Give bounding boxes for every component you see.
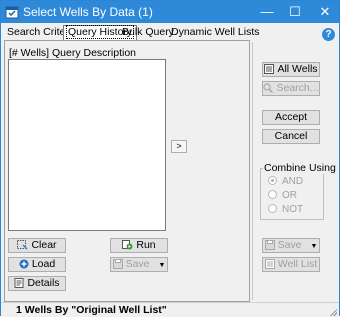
radio-or-label: OR xyxy=(282,190,297,201)
save-query-label: Save xyxy=(125,258,150,270)
load-button[interactable]: Load xyxy=(8,257,66,272)
select-wells-window: Select Wells By Data (1) — ☐ ✕ Search Cr… xyxy=(0,0,340,317)
dropdown-arrow-icon: ▼ xyxy=(158,262,166,269)
details-label: Details xyxy=(27,277,60,289)
radio-or-indicator xyxy=(268,190,277,199)
save-query-dropdown-button[interactable]: Save ▼ xyxy=(110,257,168,272)
clear-icon xyxy=(17,240,28,250)
save-well-list-label: Save xyxy=(277,239,302,251)
radio-or[interactable]: OR xyxy=(268,190,297,202)
window-title: Select Wells By Data (1) xyxy=(23,5,153,19)
vertical-separator xyxy=(252,42,253,300)
run-label: Run xyxy=(136,239,156,251)
accept-button[interactable]: Accept xyxy=(262,110,320,125)
details-icon xyxy=(14,278,24,289)
combine-using-group: Combine Using AND OR NOT xyxy=(260,162,337,220)
radio-and[interactable]: AND xyxy=(268,176,303,188)
radio-not-indicator xyxy=(268,204,277,213)
close-button[interactable]: ✕ xyxy=(311,1,339,23)
search-icon xyxy=(263,83,274,94)
search-label: Search... xyxy=(276,82,319,94)
well-list-icon xyxy=(264,259,275,270)
details-button[interactable]: Details xyxy=(8,276,66,291)
app-icon xyxy=(5,6,19,19)
cancel-button[interactable]: Cancel xyxy=(262,129,320,144)
run-icon xyxy=(122,240,133,250)
well-list-label: Well List xyxy=(277,258,318,270)
radio-not-label: NOT xyxy=(282,204,304,215)
combine-using-label: Combine Using xyxy=(263,162,337,174)
radio-not[interactable]: NOT xyxy=(268,204,303,216)
save-icon xyxy=(112,259,123,270)
radio-and-indicator xyxy=(268,176,277,185)
all-wells-label: All Wells xyxy=(277,63,318,75)
clear-label: Clear xyxy=(31,239,57,251)
maximize-button[interactable]: ☐ xyxy=(281,1,309,23)
add-circle-icon xyxy=(19,259,29,269)
dropdown-arrow-icon: ▼ xyxy=(310,243,318,250)
status-bar: 1 Wells By "Original Well List" xyxy=(1,302,339,317)
save-icon xyxy=(264,240,275,251)
title-bar: Select Wells By Data (1) — ☐ ✕ xyxy=(1,1,339,23)
well-list-icon xyxy=(264,64,275,75)
query-history-list[interactable] xyxy=(8,59,166,231)
clear-button[interactable]: Clear xyxy=(8,238,66,253)
transfer-right-button[interactable]: > xyxy=(171,140,187,153)
load-label: Load xyxy=(31,258,56,270)
well-list-button[interactable]: Well List xyxy=(262,257,320,272)
query-list-header: [# Wells] Query Description xyxy=(9,47,137,59)
radio-and-label: AND xyxy=(282,176,304,187)
run-button[interactable]: Run xyxy=(110,238,168,253)
resize-grip-icon[interactable] xyxy=(329,308,337,316)
minimize-button[interactable]: — xyxy=(253,1,281,23)
status-text: 1 Wells By "Original Well List" xyxy=(16,304,167,316)
all-wells-button[interactable]: All Wells xyxy=(262,62,320,77)
tab-dynamic-well-lists[interactable]: Dynamic Well Lists xyxy=(169,26,262,39)
help-icon[interactable]: ? xyxy=(322,28,335,41)
search-button[interactable]: Search... xyxy=(262,81,320,96)
tab-bulk-query[interactable]: Bulk Query xyxy=(120,26,176,39)
save-well-list-dropdown-button[interactable]: Save ▼ xyxy=(262,238,320,253)
